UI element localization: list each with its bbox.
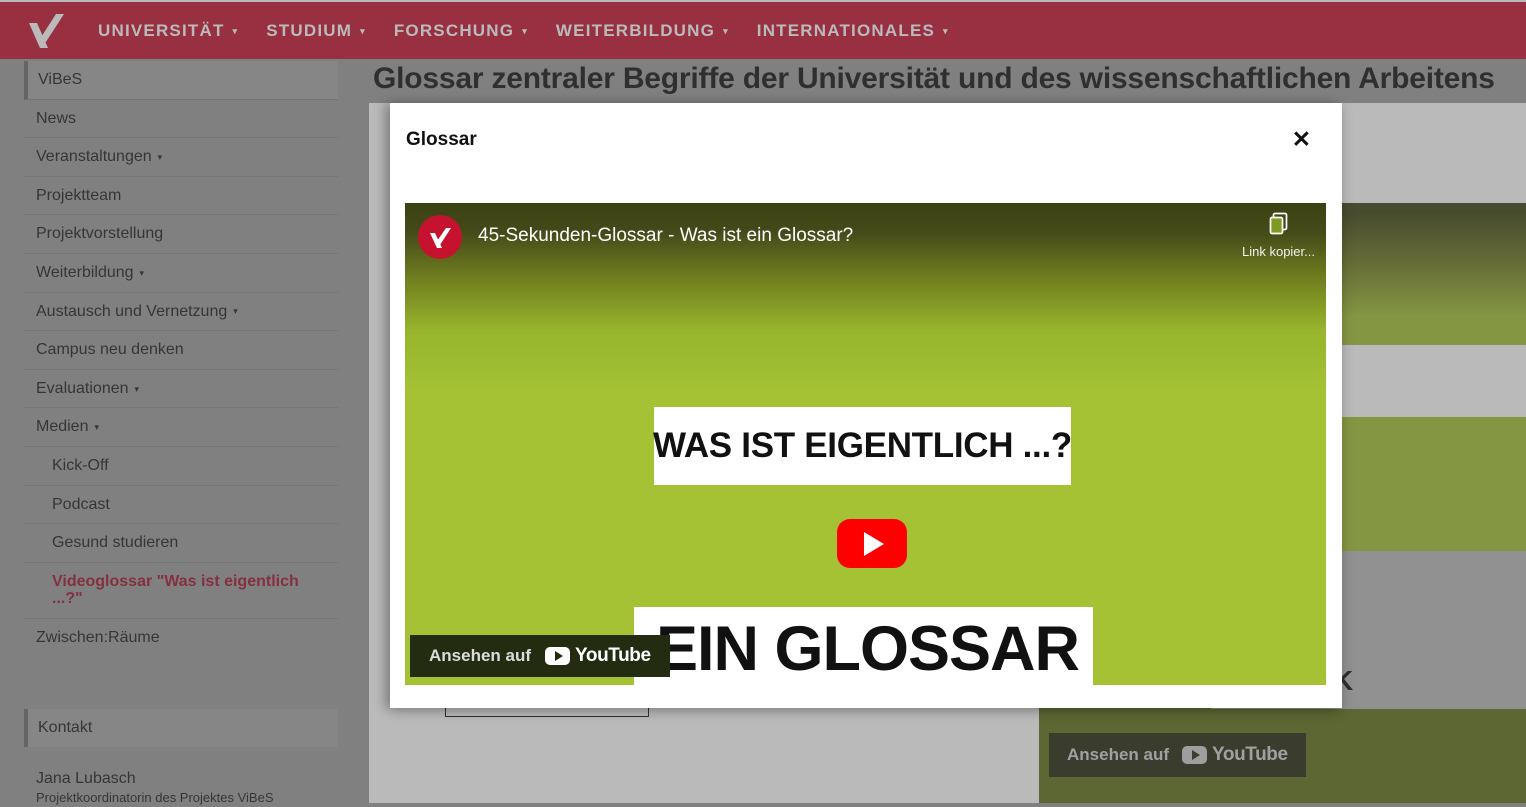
top-nav-items: UNIVERSITÄT ▾ STUDIUM ▾ FORSCHUNG ▾ WEIT… bbox=[84, 15, 963, 47]
sidebar-item-veranstaltungen[interactable]: Veranstaltungen ▾ bbox=[24, 138, 338, 177]
nav-item-label: WEITERBILDUNG bbox=[555, 20, 716, 40]
copy-icon bbox=[1266, 211, 1292, 242]
video-player-topbar: 45-Sekunden-Glossar - Was ist ein Glossa… bbox=[405, 203, 1326, 277]
video-band-question: WAS IST EIGENTLICH ...? bbox=[653, 407, 1072, 485]
modal-title: Glossar bbox=[406, 128, 477, 150]
chevron-down-icon: ▾ bbox=[139, 267, 145, 278]
page-title: Glossar zentraler Begriffe der Universit… bbox=[373, 62, 1495, 95]
chevron-down-icon: ▾ bbox=[360, 26, 366, 36]
sidebar-item-gesund-studieren[interactable]: Gesund studieren bbox=[24, 524, 338, 563]
sidebar-item-zwischenraeume[interactable]: Zwischen:Räume bbox=[24, 619, 338, 657]
watch-label: Ansehen auf bbox=[429, 646, 532, 665]
sidebar-item-label: Zwischen:Räume bbox=[36, 628, 160, 646]
sidebar-item-campus-neu-denken[interactable]: Campus neu denken bbox=[24, 331, 338, 370]
copy-link-label: Link kopier... bbox=[1242, 244, 1315, 259]
chevron-down-icon: ▾ bbox=[134, 383, 140, 394]
sidebar-menu: ViBeS News Veranstaltungen ▾ Projektteam… bbox=[24, 61, 338, 657]
modal-header: Glossar ✕ bbox=[390, 103, 1342, 176]
chevron-down-icon: ▾ bbox=[723, 26, 729, 36]
sidebar-item-medien[interactable]: Medien ▾ bbox=[24, 408, 338, 447]
sidebar-item-videoglossar[interactable]: Videoglossar "Was ist eigentlich ...?" bbox=[24, 563, 338, 619]
video-title: 45-Sekunden-Glossar - Was ist ein Glossa… bbox=[478, 225, 854, 246]
nav-item-universitaet[interactable]: UNIVERSITÄT ▾ bbox=[84, 15, 252, 47]
sidebar-item-label: Projektteam bbox=[36, 186, 122, 204]
copy-link-button[interactable]: Link kopier... bbox=[1242, 211, 1315, 259]
sidebar-item-label: Campus neu denken bbox=[36, 341, 184, 359]
glossar-modal: Glossar ✕ 45-Sekunden-Glossar - Was ist … bbox=[390, 103, 1342, 708]
contact-block: Jana Lubasch Projektkoordinatorin des Pr… bbox=[24, 769, 354, 807]
top-navigation-bar: UNIVERSITÄT ▾ STUDIUM ▾ FORSCHUNG ▾ WEIT… bbox=[0, 2, 1526, 59]
sidebar-item-label: Veranstaltungen bbox=[36, 148, 152, 166]
sidebar-item-vibes[interactable]: ViBeS bbox=[24, 61, 338, 100]
sidebar-item-label: Austausch und Vernetzung bbox=[36, 302, 228, 320]
youtube-wordmark: YouTube bbox=[575, 645, 651, 666]
sidebar-item-weiterbildung[interactable]: Weiterbildung ▾ bbox=[24, 254, 338, 293]
nav-item-internationales[interactable]: INTERNATIONALES ▾ bbox=[743, 15, 963, 47]
youtube-play-icon[interactable] bbox=[837, 519, 907, 568]
sidebar-item-label: Projektvorstellung bbox=[36, 225, 164, 243]
sidebar-item-kick-off[interactable]: Kick-Off bbox=[24, 447, 338, 486]
channel-avatar-checkmark-icon[interactable] bbox=[418, 215, 462, 259]
nav-item-label: STUDIUM bbox=[266, 20, 353, 40]
kontakt-heading-label: Kontakt bbox=[38, 718, 93, 736]
nav-item-weiterbildung[interactable]: WEITERBILDUNG ▾ bbox=[542, 15, 743, 47]
page-root: UNIVERSITÄT ▾ STUDIUM ▾ FORSCHUNG ▾ WEIT… bbox=[0, 0, 1526, 807]
nav-item-label: INTERNATIONALES bbox=[756, 20, 936, 40]
sidebar-item-projektteam[interactable]: Projektteam bbox=[24, 177, 338, 216]
sidebar-kontakt-heading: Kontakt bbox=[24, 708, 338, 747]
video-band-question-text: WAS IST EIGENTLICH ...? bbox=[653, 426, 1072, 465]
close-icon[interactable]: ✕ bbox=[1286, 124, 1317, 155]
watch-label: Ansehen auf bbox=[1067, 745, 1170, 764]
sidebar-item-label: Videoglossar "Was ist eigentlich ...?" bbox=[52, 572, 299, 608]
sidebar-item-label: Weiterbildung bbox=[36, 263, 134, 281]
chevron-down-icon: ▾ bbox=[522, 26, 528, 36]
contact-name: Jana Lubasch bbox=[36, 769, 136, 787]
sidebar-item-label: Kick-Off bbox=[52, 456, 109, 474]
checkmark-logo-icon bbox=[23, 10, 67, 52]
youtube-icon: YouTube bbox=[545, 645, 651, 667]
sidebar-item-podcast[interactable]: Podcast bbox=[24, 486, 338, 525]
chevron-down-icon: ▾ bbox=[943, 26, 949, 36]
sidebar-item-evaluationen[interactable]: Evaluationen ▾ bbox=[24, 370, 338, 409]
youtube-wordmark: YouTube bbox=[1212, 744, 1288, 765]
sidebar-item-label: Gesund studieren bbox=[52, 534, 179, 552]
nav-item-label: UNIVERSITÄT bbox=[98, 20, 225, 40]
sidebar-item-label: Evaluationen bbox=[36, 379, 129, 397]
video-band-title-text: EIN GLOSSAR bbox=[656, 614, 1080, 684]
watch-on-youtube-button[interactable]: Ansehen auf YouTube bbox=[410, 635, 670, 677]
nav-item-label: FORSCHUNG bbox=[393, 20, 515, 40]
chevron-down-icon: ▾ bbox=[94, 422, 100, 433]
sidebar-item-label: News bbox=[36, 109, 77, 127]
chevron-down-icon: ▾ bbox=[233, 306, 238, 317]
chevron-down-icon: ▾ bbox=[232, 26, 239, 36]
nav-item-forschung[interactable]: FORSCHUNG ▾ bbox=[380, 15, 542, 47]
chevron-down-icon: ▾ bbox=[157, 152, 163, 163]
sidebar-item-label: Medien bbox=[36, 418, 89, 436]
background-watch-on-youtube-button[interactable]: Ansehen auf YouTube bbox=[1049, 733, 1306, 777]
sidebar-item-label: Podcast bbox=[52, 495, 110, 513]
sidebar-item-projektvorstellung[interactable]: Projektvorstellung bbox=[24, 215, 338, 254]
sidebar-item-news[interactable]: News bbox=[24, 100, 338, 139]
nav-item-studium[interactable]: STUDIUM ▾ bbox=[252, 15, 380, 47]
contact-role: Projektkoordinatorin des Projektes ViBeS bbox=[36, 789, 274, 805]
sidebar-item-austausch-und-vernetzung[interactable]: Austausch und Vernetzung ▾ bbox=[24, 293, 338, 332]
sidebar: ViBeS News Veranstaltungen ▾ Projektteam… bbox=[0, 59, 360, 807]
video-player[interactable]: 45-Sekunden-Glossar - Was ist ein Glossa… bbox=[405, 203, 1326, 685]
university-logo[interactable] bbox=[16, 10, 74, 52]
youtube-icon: YouTube bbox=[1182, 744, 1288, 766]
video-band-title: EIN GLOSSAR bbox=[634, 607, 1093, 685]
sidebar-item-label: ViBeS bbox=[38, 71, 83, 88]
